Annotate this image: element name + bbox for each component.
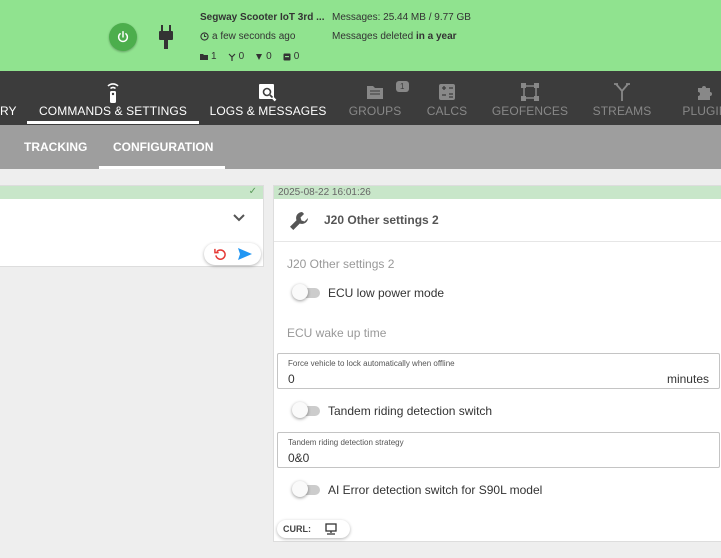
command-status-bar: ✓ xyxy=(0,186,263,199)
tab-groups[interactable]: 1 GROUPS xyxy=(344,71,409,125)
force-lock-label: Force vehicle to lock automatically when… xyxy=(288,359,455,368)
curl-label: CURL: xyxy=(283,524,311,534)
groups-badge: 1 xyxy=(396,81,409,92)
tab-label: COMMANDS & SETTINGS xyxy=(39,104,187,118)
tab-calcs[interactable]: CALCS xyxy=(420,71,474,125)
counter-database: 0 xyxy=(283,51,300,62)
database-icon xyxy=(283,53,291,60)
ai-error-label: AI Error detection switch for S90L model xyxy=(328,483,543,497)
ai-error-row: AI Error detection switch for S90L model xyxy=(292,481,543,497)
plug-icon xyxy=(159,25,173,49)
folder-icon xyxy=(200,54,208,60)
fork-icon xyxy=(228,53,235,61)
terminal-icon xyxy=(325,523,337,535)
ecu-wake-label: ECU wake up time xyxy=(287,326,387,340)
tab-label: LOGS & MESSAGES xyxy=(209,104,327,118)
force-lock-field[interactable]: Force vehicle to lock automatically when… xyxy=(277,353,720,389)
chevron-down-icon[interactable] xyxy=(233,214,245,222)
tab-label: GEOFENCES xyxy=(491,104,569,118)
messages-deleted: Messages deleted in a year xyxy=(332,31,457,42)
active-subtab-indicator xyxy=(99,166,225,169)
counter-value: 0 xyxy=(238,51,245,62)
tab-tracking[interactable]: TRACKING xyxy=(24,140,87,154)
counter-value: 0 xyxy=(266,51,272,62)
ecu-low-power-toggle[interactable] xyxy=(292,284,320,300)
device-header: Segway Scooter IoT 3rd ... a few seconds… xyxy=(0,0,721,71)
settings-header: J20 Other settings 2 xyxy=(274,200,721,242)
check-icon: ✓ xyxy=(248,186,257,197)
counter-pins: 0 xyxy=(255,51,272,62)
tab-logs-messages[interactable]: LOGS & MESSAGES xyxy=(207,71,329,125)
tab-label: GROUPS xyxy=(348,104,402,118)
merge-icon xyxy=(611,81,633,103)
tab-label: RY xyxy=(0,104,17,118)
messages-deleted-when: in a year xyxy=(415,31,457,42)
ecu-low-power-label: ECU low power mode xyxy=(328,286,445,300)
send-icon[interactable] xyxy=(237,248,252,260)
counter-value: 1 xyxy=(211,51,217,62)
tandem-switch-toggle[interactable] xyxy=(292,402,320,418)
puzzle-icon xyxy=(694,81,716,103)
settings-title: J20 Other settings 2 xyxy=(324,213,439,227)
section-label: J20 Other settings 2 xyxy=(287,257,395,271)
tandem-switch-label: Tandem riding detection switch xyxy=(328,404,493,418)
tandem-switch-row: Tandem riding detection switch xyxy=(292,402,493,418)
remote-icon xyxy=(102,81,124,103)
log-search-icon xyxy=(257,81,279,103)
active-tab-indicator xyxy=(27,121,199,124)
command-actions xyxy=(204,243,261,265)
wrench-icon xyxy=(290,212,308,230)
counter-value: 0 xyxy=(293,51,300,62)
force-lock-value[interactable]: 0 xyxy=(288,372,295,386)
tab-label: PLUGIN xyxy=(682,104,721,118)
folder-stack-icon xyxy=(364,81,386,103)
curl-button[interactable]: CURL: xyxy=(277,520,350,538)
tandem-strategy-value[interactable]: 0&0 xyxy=(288,451,309,465)
pin-icon xyxy=(256,53,263,60)
ai-error-toggle[interactable] xyxy=(292,481,320,497)
ecu-low-power-row: ECU low power mode xyxy=(292,284,445,300)
force-lock-unit: minutes xyxy=(666,372,709,386)
settings-panel: 2025-08-22 16:01:26 J20 Other settings 2… xyxy=(273,185,721,542)
calculator-icon xyxy=(436,81,458,103)
tab-history[interactable]: RY xyxy=(0,71,17,125)
sub-tab-bar: TRACKING CONFIGURATION xyxy=(0,125,721,169)
tandem-strategy-label: Tandem riding detection strategy xyxy=(288,438,404,447)
tab-streams[interactable]: STREAMS xyxy=(588,71,656,125)
last-seen-text: a few seconds ago xyxy=(212,31,296,42)
device-counters: 1 0 0 0 xyxy=(200,51,299,62)
tab-commands-settings[interactable]: COMMANDS & SETTINGS xyxy=(27,71,199,125)
settings-timestamp: 2025-08-22 16:01:26 xyxy=(274,186,721,199)
tab-label: STREAMS xyxy=(592,104,652,118)
counter-forks: 0 xyxy=(228,51,245,62)
power-button[interactable] xyxy=(109,23,137,51)
reset-icon[interactable] xyxy=(213,248,227,261)
messages-deleted-prefix: Messages deleted xyxy=(332,31,414,42)
main-tab-bar: RY COMMANDS & SETTINGS LOGS & MESSAGES 1… xyxy=(0,71,721,125)
power-icon xyxy=(117,31,129,43)
messages-size: Messages: 25.44 MB / 9.77 GB xyxy=(332,12,471,23)
tab-geofences[interactable]: GEOFENCES xyxy=(490,71,570,125)
tab-label: CALCS xyxy=(426,104,468,118)
tab-configuration[interactable]: CONFIGURATION xyxy=(113,140,213,154)
tandem-strategy-field[interactable]: Tandem riding detection strategy 0&0 xyxy=(277,432,720,468)
last-seen: a few seconds ago xyxy=(200,31,295,42)
device-name: Segway Scooter IoT 3rd ... xyxy=(200,12,325,23)
counter-folders: 1 xyxy=(200,51,217,62)
geofence-icon xyxy=(519,81,541,103)
tab-plugins[interactable]: PLUGIN xyxy=(675,71,721,125)
clock-icon xyxy=(200,32,209,41)
